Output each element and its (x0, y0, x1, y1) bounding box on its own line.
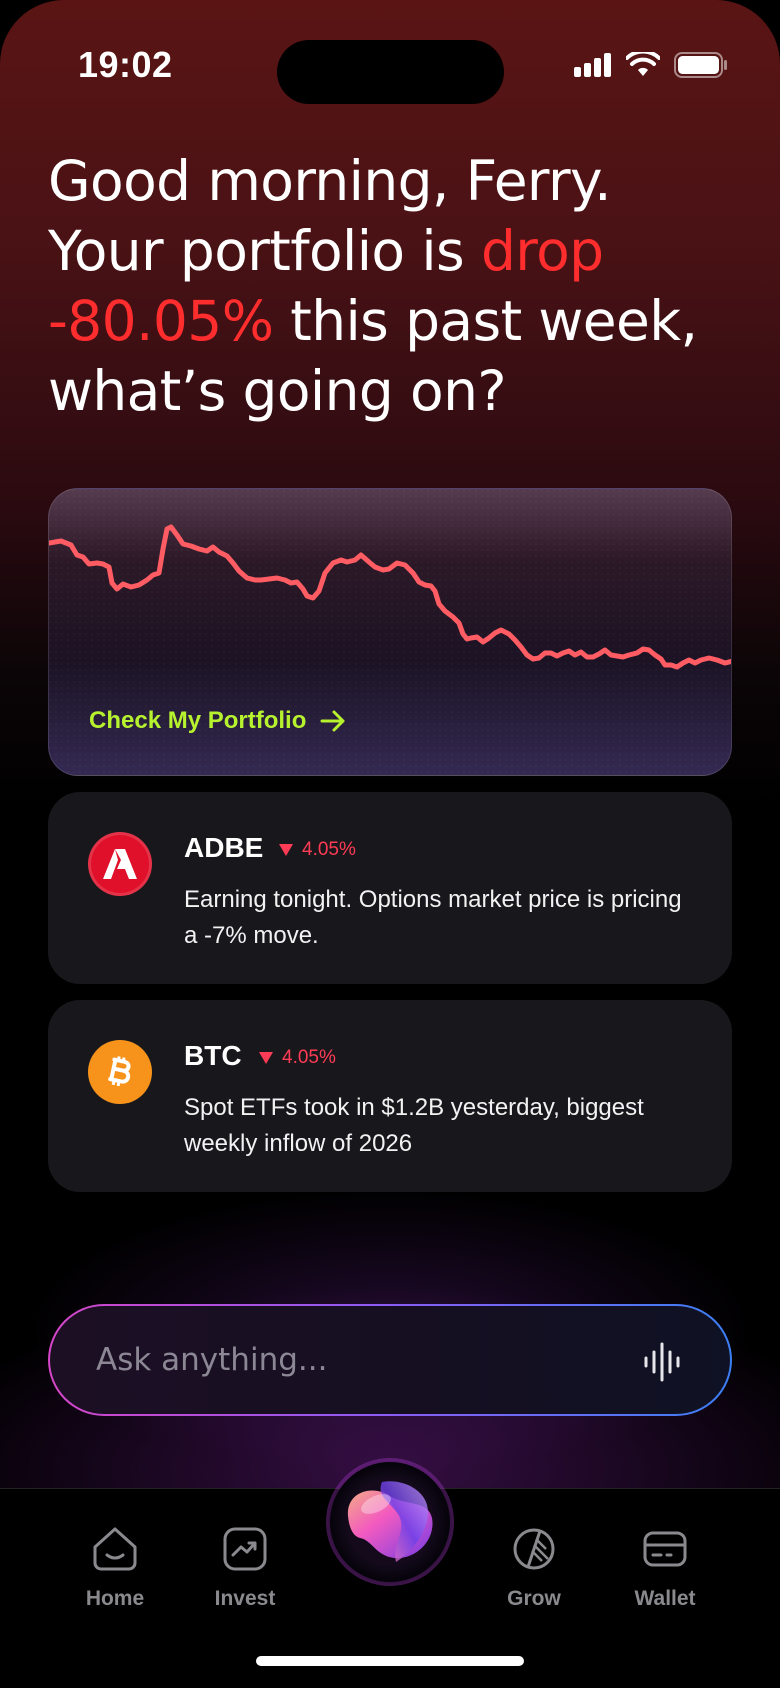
invest-icon (223, 1527, 267, 1571)
home-icon (93, 1527, 137, 1571)
status-icons (574, 52, 728, 78)
price-change: 4.05% (278, 839, 356, 861)
greeting-text: Your portfolio is (48, 219, 481, 283)
greeting-line-1: Good morning, Ferry. (48, 149, 612, 213)
price-change-value: 4.05% (282, 1047, 336, 1068)
loss-word: drop (480, 219, 604, 283)
home-indicator[interactable] (256, 1656, 524, 1666)
portfolio-chart-card[interactable]: Check My Portfolio (48, 488, 732, 776)
news-description: Earning tonight. Options market price is… (184, 886, 682, 949)
greeting-line-3: -80.05% this past week, (48, 286, 748, 356)
ask-input[interactable] (96, 1332, 596, 1388)
check-portfolio-link[interactable]: Check My Portfolio (89, 707, 346, 735)
grow-icon (513, 1528, 555, 1570)
tab-label: Invest (214, 1587, 276, 1610)
signal-icon (574, 53, 611, 77)
tab-invest[interactable]: Invest (185, 1525, 305, 1611)
ticker-symbol: BTC (184, 1040, 242, 1071)
dynamic-island (277, 40, 504, 104)
status-bar: 19:02 (0, 0, 780, 120)
ai-orb-button[interactable] (324, 1456, 456, 1588)
news-card-btc[interactable]: BTC 4.05% Spot ETFs took in $1.2B yester… (48, 1000, 732, 1192)
tab-label: Grow (507, 1587, 561, 1610)
tab-home[interactable]: Home (55, 1525, 175, 1611)
wallet-icon (643, 1531, 687, 1567)
greeting-line-4: what’s going on? (48, 359, 507, 423)
news-card-adbe[interactable]: ADBE 4.05% Earning tonight. Options mark… (48, 792, 732, 984)
tab-wallet[interactable]: Wallet (605, 1525, 725, 1611)
tab-grow[interactable]: Grow (474, 1525, 594, 1611)
greeting-text: this past week, (273, 289, 698, 353)
check-portfolio-label: Check My Portfolio (89, 707, 307, 734)
phone-screen: 19:02 Good morning, Ferry. Your portfoli… (0, 0, 780, 1688)
greeting-line-2: Your portfolio is drop (48, 216, 748, 286)
loss-percentage: -80.05% (48, 289, 274, 353)
greeting-message: Good morning, Ferry. Your portfolio is d… (48, 146, 748, 426)
news-description: Spot ETFs took in $1.2B yesterday, bigge… (184, 1094, 644, 1157)
bitcoin-icon (88, 1040, 152, 1104)
adobe-icon (88, 832, 152, 896)
status-time: 19:02 (78, 44, 173, 85)
down-triangle-icon (279, 844, 293, 856)
wifi-icon (626, 52, 660, 76)
tab-label: Home (85, 1587, 145, 1610)
ask-bar (48, 1304, 732, 1416)
tab-label: Wallet (634, 1587, 696, 1610)
down-triangle-icon (259, 1052, 273, 1064)
price-change-value: 4.05% (302, 839, 356, 860)
arrow-right-icon (320, 710, 345, 732)
voice-waveform-icon[interactable] (642, 1342, 682, 1382)
price-change: 4.05% (258, 1047, 336, 1069)
battery-icon (674, 52, 727, 78)
ticker-symbol: ADBE (184, 832, 264, 863)
